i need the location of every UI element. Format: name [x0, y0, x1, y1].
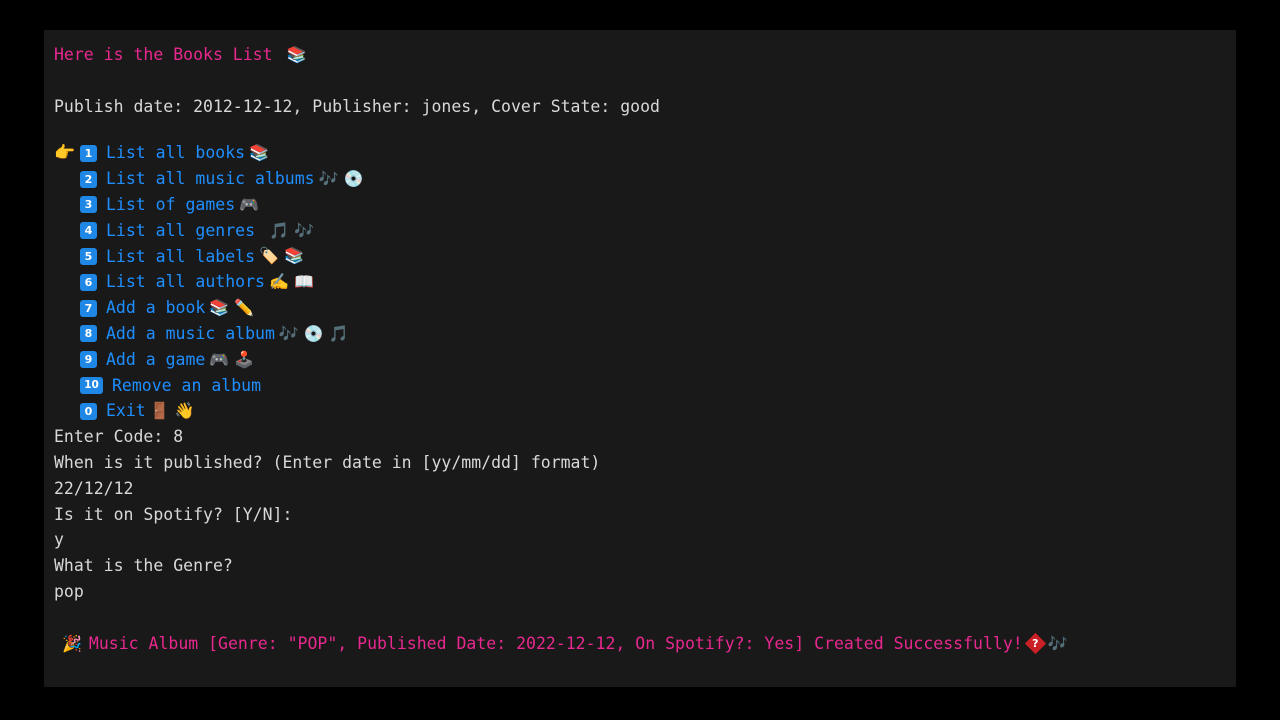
publish-detail-line: Publish date: 2012-12-12, Publisher: jon… — [54, 96, 660, 116]
musical-notes-icon: 🎶 — [1047, 633, 1068, 653]
party-popper-icon: 🎉 — [62, 633, 82, 653]
menu-item-icon: 🏷️ 📚 — [259, 246, 304, 266]
menu-item-label: Add a music album — [106, 323, 275, 343]
menu-item-label: List all labels — [106, 246, 256, 266]
menu-item-3[interactable]: 3 List of games 🎮 — [44, 192, 1236, 218]
menu-item-icon: 🎮 🕹️ — [209, 349, 255, 369]
keycap-badge: 9 — [80, 351, 97, 369]
prompt-genre: What is the Genre? — [54, 556, 233, 576]
menu-item-icon: 📚 ✏️ — [209, 298, 255, 318]
menu-item-0[interactable]: 0 Exit 🚪 👋 — [44, 398, 1236, 424]
keycap-badge: 7 — [80, 299, 97, 317]
menu-item-icon: 🎵 🎶 — [268, 220, 314, 240]
menu-item-icon: 📚 — [249, 143, 269, 163]
keycap-badge: 10 — [80, 376, 103, 394]
menu-item-label: Add a book — [106, 298, 206, 318]
success-message-text: Music Album [Genre: "POP", Published Dat… — [88, 633, 1023, 653]
menu-item-7[interactable]: 7 Add a book 📚 ✏️ — [44, 295, 1236, 321]
menu-item-label: List all authors — [106, 272, 265, 292]
books-list-title-text: Here is the Books List — [54, 45, 283, 64]
io-block: Enter Code: 8 When is it published? (Ent… — [44, 424, 1236, 605]
menu-item-6[interactable]: 6 List all authors ✍️ 📖 — [44, 269, 1236, 295]
keycap-badge: 5 — [80, 247, 97, 265]
menu-item-label: Add a game — [106, 349, 206, 369]
input-genre[interactable]: pop — [44, 579, 1236, 605]
keycap-badge: 8 — [80, 325, 97, 343]
header-block: Here is the Books List 📚 Publish date: 2… — [44, 30, 1236, 119]
menu-item-4[interactable]: 4 List all genres 🎵 🎶 — [44, 218, 1236, 244]
menu-item-9[interactable]: 9 Add a game 🎮 🕹️ — [44, 347, 1236, 373]
menu-item-1[interactable]: 👉 1 List all books 📚 — [44, 140, 1236, 166]
terminal-window[interactable]: Here is the Books List 📚 Publish date: 2… — [44, 30, 1236, 687]
menu-item-2[interactable]: 2 List all music albums 🎶 💿 — [44, 166, 1236, 192]
missing-glyph-icon: ? — [1024, 633, 1046, 655]
prompt-spotify: Is it on Spotify? [Y/N]: — [54, 504, 293, 524]
menu-item-icon: 🎶 💿 🎵 — [278, 323, 349, 343]
menu-item-icon: 🎶 💿 — [318, 169, 364, 189]
menu-item-label: Exit — [106, 401, 146, 421]
menu-item-label: Remove an album — [112, 375, 262, 395]
result-block: 🎉 Music Album [Genre: "POP", Published D… — [44, 631, 1236, 657]
menu-item-label: List all music albums — [106, 169, 315, 189]
input-published-date[interactable]: 22/12/12 — [44, 476, 1236, 502]
input-spotify[interactable]: y — [44, 527, 1236, 553]
menu-item-5[interactable]: 5 List all labels 🏷️ 📚 — [44, 244, 1236, 270]
menu-item-icon: 🎮 — [239, 194, 260, 214]
keycap-badge: 2 — [80, 170, 97, 188]
keycap-badge: 4 — [80, 222, 97, 240]
menu-item-label: List of games — [106, 194, 236, 214]
keycap-badge: 1 — [80, 144, 97, 162]
books-list-title: Here is the Books List 📚 — [44, 42, 1236, 68]
pointer-right-icon: 👉 — [54, 142, 76, 163]
menu-item-label: List all books — [106, 143, 246, 163]
prompt-enter-code: Enter Code: 8 — [54, 427, 184, 447]
menu-item-icon: 🚪 👋 — [149, 401, 195, 421]
keycap-badge: 3 — [80, 196, 97, 214]
menu-list[interactable]: 👉 1 List all books 📚 2 List all music al… — [44, 140, 1236, 424]
books-icon: 📚 — [286, 45, 307, 64]
menu-item-10[interactable]: 10 Remove an album — [44, 373, 1236, 399]
missing-glyph-char: ? — [1032, 637, 1039, 651]
menu-item-8[interactable]: 8 Add a music album 🎶 💿 🎵 — [44, 321, 1236, 347]
menu-item-label: List all genres — [106, 220, 265, 240]
keycap-badge: 6 — [80, 273, 97, 291]
keycap-badge: 0 — [80, 402, 97, 420]
success-message-row: 🎉 Music Album [Genre: "POP", Published D… — [44, 631, 1236, 657]
menu-item-icon: ✍️ 📖 — [268, 272, 314, 292]
prompt-published-date: When is it published? (Enter date in [yy… — [54, 452, 601, 472]
